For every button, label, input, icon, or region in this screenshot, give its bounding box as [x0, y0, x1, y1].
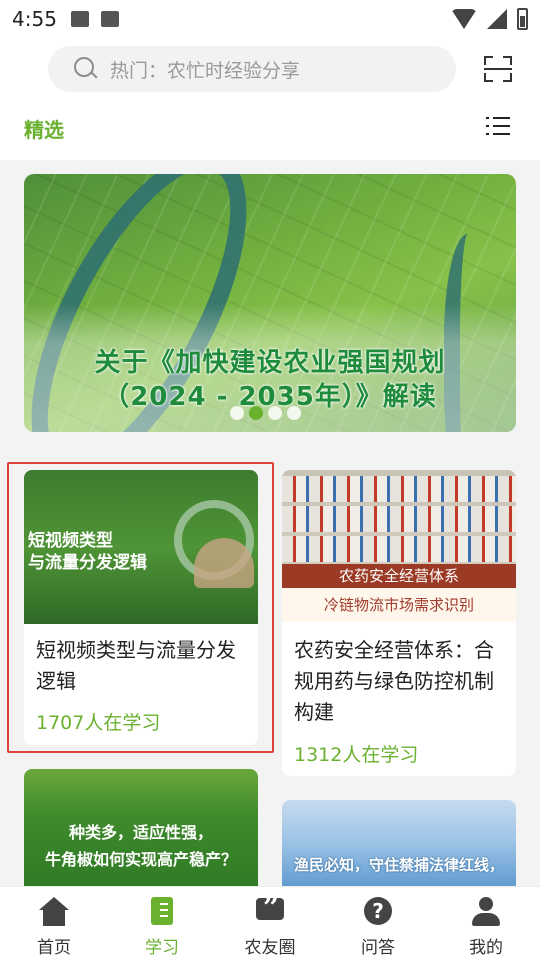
thumbnail-text: 短视频类型 与流量分发逻辑 — [28, 531, 147, 573]
carousel-dot[interactable] — [230, 406, 244, 420]
signal-icon — [487, 9, 507, 29]
course-title: 短视频类型与流量分发逻辑 — [36, 638, 236, 693]
tab-label: 学习 — [145, 938, 179, 958]
header: 热门：农忙时经验分享 精选 — [0, 38, 540, 160]
question-icon — [362, 897, 394, 927]
tab-label: 农友圈 — [244, 938, 296, 958]
thumbnail-subtext: 冷链物流市场需求识别 — [282, 588, 516, 622]
list-menu-icon[interactable] — [486, 116, 510, 136]
tab-study[interactable]: 学习 — [108, 887, 216, 960]
tab-profile[interactable]: 我的 — [432, 887, 540, 960]
course-thumbnail: 种类多，适应性强， 牛角椒如何实现高产稳产？ — [24, 769, 258, 889]
thumbnail-text: 农药安全经营体系 — [282, 564, 516, 588]
course-title: 农药安全经营体系：合规用药与绿色防控机制构建 — [294, 638, 494, 724]
banner-title: 关于《加快建设农业强国规划 （2024 - 2035年）》解读 — [24, 346, 516, 414]
banner-title-line1: 关于《加快建设农业强国规划 — [94, 348, 446, 378]
carousel-indicator — [230, 406, 301, 420]
course-card[interactable]: 短视频类型 与流量分发逻辑 短视频类型与流量分发逻辑 1707人在学习 — [24, 470, 258, 745]
wifi-icon — [451, 9, 477, 29]
thumbnail-text: 渔民必知，守住禁捕法律红线， — [293, 856, 504, 874]
course-card[interactable]: 农药安全经营体系 冷链物流市场需求识别 农药安全经营体系：合规用药与绿色防控机制… — [282, 470, 516, 776]
status-time: 4:55 — [12, 7, 57, 31]
learner-count: 1707人在学习 — [36, 712, 161, 734]
search-placeholder: 热门：农忙时经验分享 — [110, 59, 301, 82]
learner-count: 1312人在学习 — [294, 744, 419, 766]
battery-icon — [517, 8, 528, 30]
tab-qa[interactable]: 问答 — [324, 887, 432, 960]
gallery-notification-icon — [70, 11, 89, 27]
home-icon — [38, 897, 70, 927]
tab-home[interactable]: 首页 — [0, 887, 108, 960]
course-thumbnail: 渔民必知，守住禁捕法律红线， — [282, 800, 516, 890]
banner-carousel[interactable]: 关于《加快建设农业强国规划 （2024 - 2035年）》解读 — [24, 174, 516, 432]
app-notification-icon — [100, 11, 119, 27]
thumbnail-text: 种类多，适应性强， 牛角椒如何实现高产稳产？ — [44, 823, 237, 869]
search-bar[interactable]: 热门：农忙时经验分享 — [48, 46, 456, 92]
carousel-dot-active[interactable] — [249, 406, 263, 420]
tab-label: 我的 — [469, 938, 503, 958]
tab-label: 首页 — [37, 938, 71, 958]
course-thumbnail: 短视频类型 与流量分发逻辑 — [24, 470, 258, 624]
scan-icon[interactable] — [484, 56, 512, 82]
bottom-tab-bar: 首页 学习 农友圈 问答 我的 — [0, 886, 540, 960]
course-thumbnail: 农药安全经营体系 冷链物流市场需求识别 — [282, 470, 516, 622]
status-bar: 4:55 — [0, 0, 540, 38]
chat-icon — [254, 891, 286, 927]
section-title[interactable]: 精选 — [24, 114, 64, 143]
tab-label: 问答 — [361, 938, 395, 958]
carousel-dot[interactable] — [268, 406, 282, 420]
profile-icon — [470, 897, 502, 927]
tab-community[interactable]: 农友圈 — [216, 887, 324, 960]
book-icon — [146, 897, 178, 927]
carousel-dot[interactable] — [287, 406, 301, 420]
search-icon — [74, 57, 98, 81]
